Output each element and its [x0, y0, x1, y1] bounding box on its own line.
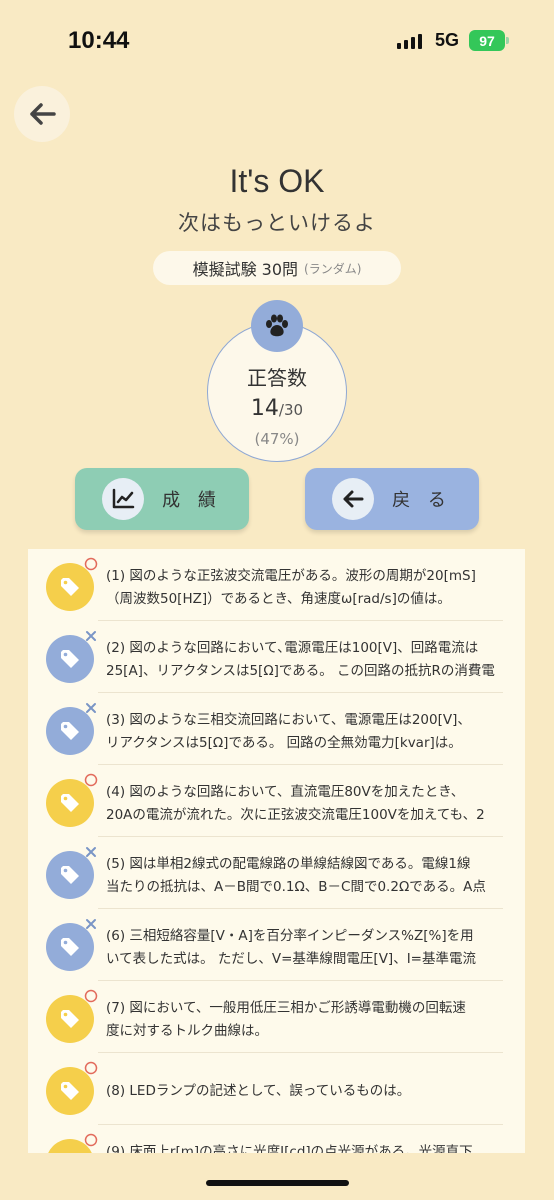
incorrect-cross-icon — [86, 703, 96, 713]
question-item-6[interactable]: (6) 三相短絡容量[V・A]を百分率インピーダンス%Z[%]を用 いて表した式は… — [28, 909, 525, 981]
correct-circle-icon — [84, 1133, 98, 1147]
question-text: (2) 図のような回路において､電源電圧は100[V]、回路電流は 25[A]、リ… — [106, 640, 495, 679]
question-list[interactable]: (1) 図のような正弦波交流電圧がある。波形の周期が20[mS] （周波数50[H… — [28, 549, 525, 1153]
exam-name: 模擬試験 30問 — [192, 260, 299, 279]
question-text: (3) 図のような三相交流回路において、電源電圧は200[V]、 リアクタンスは5… — [106, 712, 471, 751]
home-indicator[interactable] — [206, 1180, 349, 1186]
question-item-7[interactable]: (7) 図において、一般用低圧三相かご形誘導電動機の回転速 度に対するトルク曲線は… — [28, 981, 525, 1053]
results-button[interactable]: 成 績 — [75, 468, 249, 530]
question-text: (1) 図のような正弦波交流電圧がある。波形の周期が20[mS] （周波数50[H… — [106, 568, 476, 607]
question-item-5[interactable]: (5) 図は単相2線式の配電線路の単線結線図である。電線1線 当たりの抵抗は、A－… — [28, 837, 525, 909]
score-value: 14/30 — [207, 396, 347, 421]
question-item-9[interactable]: (9) 床面上r[m]の高さに光度I[cd]の点光源がある。光源直下 — [28, 1125, 525, 1153]
correct-circle-icon — [84, 1061, 98, 1075]
results-label: 成 績 — [162, 490, 222, 511]
question-text: (9) 床面上r[m]の高さに光度I[cd]の点光源がある。光源直下 — [106, 1144, 473, 1153]
score-correct: 14 — [250, 396, 279, 421]
question-item-1[interactable]: (1) 図のような正弦波交流電圧がある。波形の周期が20[mS] （周波数50[H… — [28, 549, 525, 621]
question-item-3[interactable]: (3) 図のような三相交流回路において、電源電圧は200[V]、 リアクタンスは5… — [28, 693, 525, 765]
arrow-left-icon — [332, 478, 375, 520]
question-item-2[interactable]: (2) 図のような回路において､電源電圧は100[V]、回路電流は 25[A]、リ… — [28, 621, 525, 693]
incorrect-cross-icon — [86, 631, 96, 641]
status-time: 10:44 — [68, 27, 130, 54]
question-text: (7) 図において、一般用低圧三相かご形誘導電動機の回転速 度に対するトルク曲線は… — [106, 1000, 466, 1039]
correct-circle-icon — [84, 773, 98, 787]
question-text: (6) 三相短絡容量[V・A]を百分率インピーダンス%Z[%]を用 いて表した式は… — [106, 928, 476, 967]
score-total: /30 — [278, 401, 304, 419]
page-title: It's OK — [229, 163, 325, 199]
question-text: (4) 図のような回路において、直流電圧80Vを加えたとき、 20Aの電流が流れた… — [106, 784, 485, 823]
exam-badge: 模擬試験 30問 (ランダム) — [153, 251, 401, 285]
paw-icon — [251, 300, 303, 352]
score-percent: (47%) — [254, 430, 300, 448]
page-subtitle: 次はもっといけるよ — [178, 211, 376, 235]
exam-mode: (ランダム) — [304, 261, 362, 276]
score-label: 正答数 — [247, 366, 307, 390]
chart-icon — [102, 478, 145, 520]
correct-circle-icon — [84, 557, 98, 571]
incorrect-cross-icon — [86, 847, 96, 857]
question-text: (5) 図は単相2線式の配電線路の単線結線図である。電線1線 当たりの抵抗は、A－… — [106, 856, 486, 895]
return-label: 戻 る — [392, 490, 452, 511]
battery-icon: 97 — [469, 30, 505, 51]
question-text: (8) LEDランプの記述として、誤っているものは。 — [106, 1083, 411, 1099]
arrow-left-icon — [30, 103, 56, 125]
back-button[interactable] — [14, 86, 70, 142]
question-item-8[interactable]: (8) LEDランプの記述として、誤っているものは。 — [28, 1053, 525, 1125]
question-item-4[interactable]: (4) 図のような回路において、直流電圧80Vを加えたとき、 20Aの電流が流れた… — [28, 765, 525, 837]
incorrect-cross-icon — [86, 919, 96, 929]
correct-circle-icon — [84, 989, 98, 1003]
signal-icon — [397, 34, 422, 49]
return-button[interactable]: 戻 る — [305, 468, 479, 530]
battery-cap — [506, 37, 509, 44]
status-bar: 10:44 5G 97 — [0, 0, 554, 80]
network-label: 5G — [435, 30, 460, 50]
